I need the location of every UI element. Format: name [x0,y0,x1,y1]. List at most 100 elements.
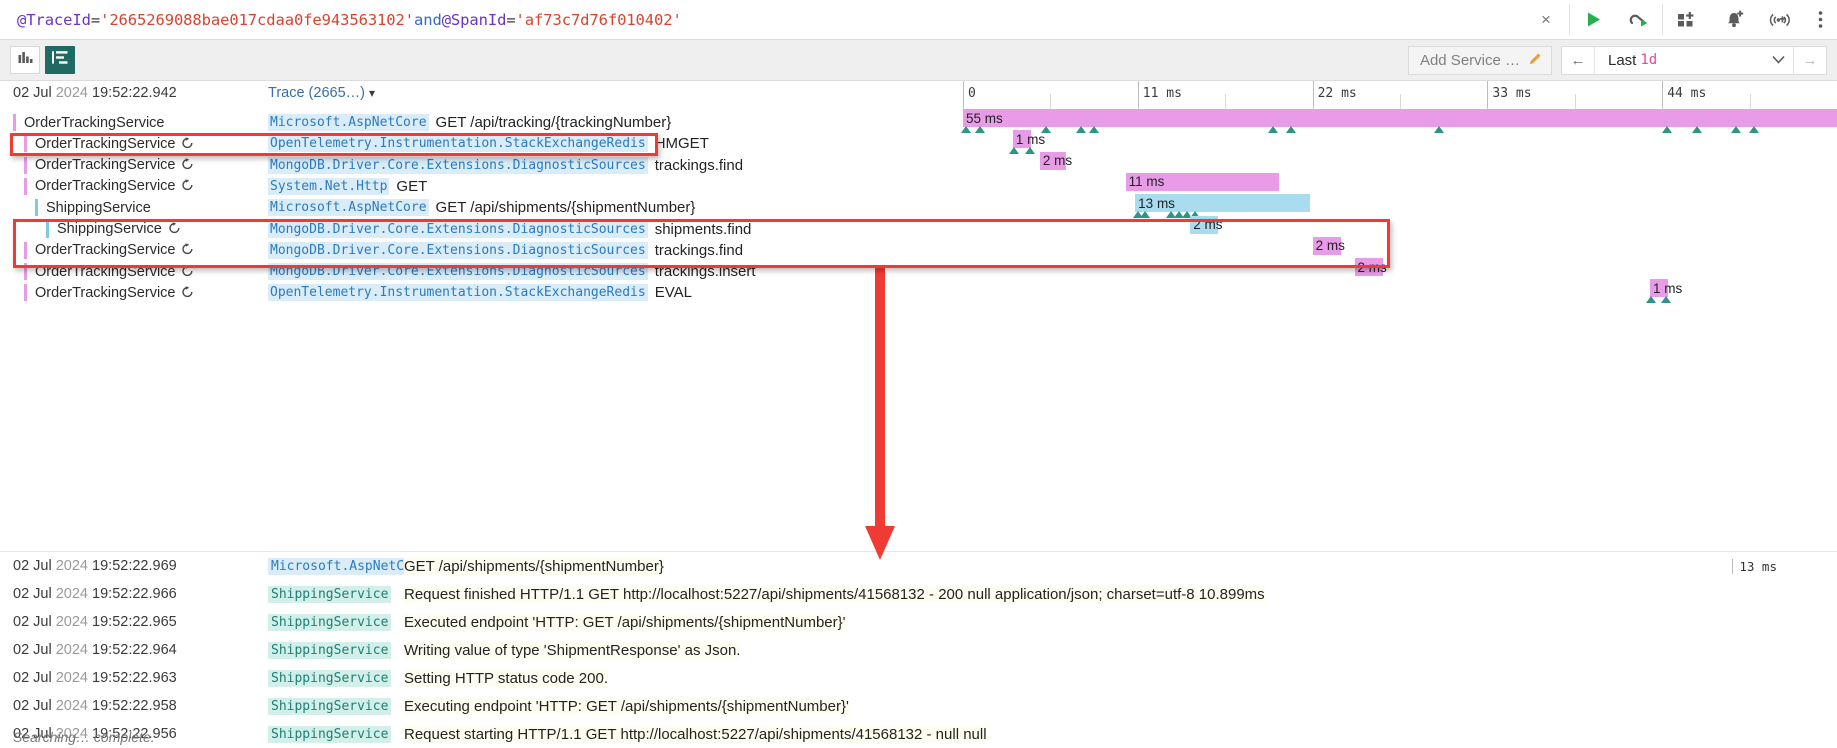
span-event-marker[interactable] [1008,147,1019,155]
timeline-tick-label: 33 ms [1492,86,1532,101]
query-input[interactable]: @TraceId = '2665269088bae017cdaa0fe94356… [0,0,1523,39]
arrow-left-icon: ← [1570,51,1586,69]
trace-id-dropdown[interactable]: Trace (2665…) ▾ [268,85,375,101]
run-query-button[interactable] [1570,0,1616,39]
span-source-tag[interactable]: OpenTelemetry.Instrumentation.StackExcha… [268,284,648,302]
span-event-marker[interactable] [1645,296,1656,304]
time-range-dropdown-button[interactable] [1763,47,1793,74]
pencil-icon[interactable] [1529,52,1542,68]
span-source-tag[interactable]: System.Net.Http [268,177,390,195]
span-duration-bar[interactable]: 55 ms [963,109,1837,127]
clear-query-button[interactable]: × [1523,0,1569,39]
span-source-tag[interactable]: MongoDB.Driver.Core.Extensions.Diagnosti… [268,220,648,238]
tab-trace-view[interactable] [45,46,75,74]
span-event-marker[interactable] [1660,296,1671,304]
kebab-menu-icon [1818,10,1823,29]
log-row[interactable]: 02 Jul 2024 19:52:22.966 ShippingService R… [0,580,1837,608]
span-event-marker[interactable] [960,126,971,133]
span-child-link-icon [181,242,194,258]
create-alert-button[interactable] [1711,0,1757,39]
log-message: Executed endpoint 'HTTP: GET /api/shipme… [404,613,846,631]
log-timestamp: 02 Jul 2024 19:52:22.958 [13,698,177,714]
log-source-tag[interactable]: ShippingService [268,641,392,659]
log-date: 02 Jul [13,586,52,602]
span-event-marker[interactable] [1661,126,1672,133]
log-row[interactable]: 02 Jul 2024 19:52:22.963 ShippingService S… [0,664,1837,692]
query-token-traceid: @TraceId [17,10,91,29]
span-event-marker[interactable] [1139,211,1150,219]
signal-plus-icon [1769,11,1791,29]
span-child-link-icon [181,136,194,152]
log-source-tag[interactable]: ShippingService [268,725,392,743]
span-duration-bar[interactable]: 1 ms [1012,130,1045,149]
log-year: 2024 [55,670,88,686]
span-event-marker[interactable] [1075,126,1086,133]
span-duration-label: 2 ms [1042,153,1073,169]
bell-plus-icon [1725,10,1744,29]
span-event-marker[interactable] [1089,126,1100,133]
query-token-traceid-value: '2665269088bae017cdaa0fe943563102' [100,10,414,29]
span-duration-bar[interactable]: 2 ms [1354,258,1387,277]
span-event-marker[interactable] [1692,126,1703,133]
span-duration-bar[interactable]: 2 ms [1312,236,1345,255]
span-child-link-icon [181,157,194,173]
log-row[interactable]: 02 Jul 2024 19:52:22.969 Microsoft.AspNet… [0,552,1837,580]
time-range-next-button[interactable]: → [1793,46,1826,74]
add-to-dashboard-button[interactable] [1663,0,1711,39]
span-service-name: OrderTrackingService [35,242,176,259]
more-actions-button[interactable] [1803,0,1837,39]
time-range-selector: ← Last 1d → [1561,45,1827,75]
timeline-tick-label: 22 ms [1317,86,1357,101]
span-duration-bar[interactable]: 13 ms [1135,194,1310,213]
span-event-marker[interactable] [1731,126,1742,133]
log-source-tag[interactable]: ShippingService [268,669,392,687]
create-signal-button[interactable] [1757,0,1803,39]
timeline-tick-minor [1050,94,1052,107]
span-event-marker[interactable] [1285,126,1296,133]
span-bar-fill [963,109,1837,127]
log-row[interactable]: 02 Jul 2024 19:52:22.964 ShippingService W… [0,636,1837,664]
span-source-tag[interactable]: MongoDB.Driver.Core.Extensions.Diagnosti… [268,241,648,259]
add-service-button[interactable]: Add Service … [1407,45,1552,75]
log-year: 2024 [55,586,88,602]
span-source-tag[interactable]: Microsoft.AspNetCore [268,114,429,131]
span-event-marker[interactable] [1434,126,1445,133]
log-source-tag[interactable]: ShippingService [268,585,392,603]
log-row[interactable]: 02 Jul 2024 19:52:22.956 ShippingService R… [0,720,1837,748]
log-source-tag[interactable]: ShippingService [268,697,392,715]
span-operation-name: shipments.find [654,220,752,238]
timeline-axis: 0 11 ms 22 ms 33 ms 44 ms [963,81,1837,107]
timeline-tick-minor [1400,94,1401,107]
trace-year: 2024 [55,85,88,101]
span-duration-bar[interactable]: 1 ms [1649,279,1682,298]
arrow-right-icon: → [1802,51,1818,69]
log-message: GET /api/shipments/{shipmentNumber} [404,557,664,575]
span-operation-name: trackings.find [654,156,744,174]
span-source-column: MongoDB.Driver.Core.Extensions.Diagnosti… [268,220,752,238]
view-tabs [10,46,75,74]
trace-header-row: 02 Jul 2024 19:52:22.942 Trace (2665…) ▾ … [0,81,1837,107]
tab-chart-view[interactable] [10,46,40,74]
span-source-tag[interactable]: MongoDB.Driver.Core.Extensions.Diagnosti… [268,263,648,281]
time-range-prev-button[interactable]: ← [1562,46,1595,74]
span-event-marker[interactable] [1748,126,1759,133]
span-duration-bar[interactable]: 11 ms [1125,172,1279,191]
log-source-tag[interactable]: ShippingService [268,613,392,631]
span-service-name: OrderTrackingService [35,135,176,152]
span-duration-bar[interactable]: 2 ms [1190,215,1223,234]
span-operation-name: GET [396,177,428,195]
span-operation-name: GET /api/tracking/{trackingNumber} [435,114,672,131]
log-row[interactable]: 02 Jul 2024 19:52:22.958 ShippingService E… [0,692,1837,720]
span-event-marker[interactable] [1025,147,1036,155]
span-source-tag[interactable]: OpenTelemetry.Instrumentation.StackExcha… [268,135,648,153]
span-source-tag[interactable]: MongoDB.Driver.Core.Extensions.Diagnosti… [268,156,648,174]
time-range-value[interactable]: Last 1d [1595,47,1763,74]
span-service-name: ShippingService [57,221,162,237]
replay-button[interactable] [1616,0,1662,39]
span-service-color-bar [35,199,38,217]
span-duration-bar[interactable]: 2 ms [1039,151,1072,170]
span-event-marker[interactable] [975,126,986,133]
span-event-marker[interactable] [1268,126,1279,133]
log-row[interactable]: 02 Jul 2024 19:52:22.965 ShippingService E… [0,608,1837,636]
span-source-tag[interactable]: Microsoft.AspNetCore [268,199,429,217]
